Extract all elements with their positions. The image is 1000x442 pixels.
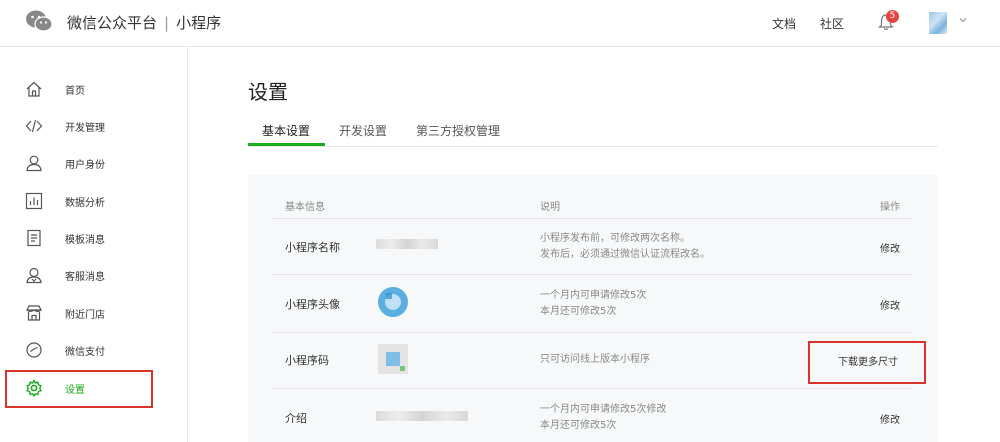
sidebar-item-label: 首页 bbox=[65, 86, 85, 97]
page-title: 设置 bbox=[248, 80, 288, 104]
intro-value bbox=[376, 411, 468, 421]
user-icon bbox=[26, 155, 42, 172]
sidebar-item-label: 附近门店 bbox=[65, 310, 105, 321]
row-divider bbox=[272, 218, 912, 219]
row-label: 介绍 bbox=[285, 412, 307, 425]
app-name-value bbox=[376, 239, 438, 249]
sidebar-item-label: 用户身份 bbox=[65, 160, 105, 171]
docs-link[interactable]: 文档 bbox=[772, 15, 796, 32]
row-divider bbox=[272, 332, 912, 333]
customer-service-icon bbox=[26, 267, 42, 284]
mini-program-code-image bbox=[378, 344, 408, 374]
platform-title: 微信公众平台 | 小程序 bbox=[67, 12, 221, 33]
description-line: 本月还可修改5次 bbox=[540, 306, 617, 317]
highlight-box-settings bbox=[5, 370, 153, 408]
edit-avatar-link[interactable]: 修改 bbox=[880, 297, 900, 312]
avatar[interactable] bbox=[929, 12, 947, 34]
row-divider bbox=[272, 274, 912, 275]
home-icon bbox=[26, 81, 42, 97]
sidebar-item-templates[interactable]: 模板消息 bbox=[0, 220, 187, 256]
wechat-logo-icon[interactable] bbox=[25, 9, 53, 33]
description-line: 本月还可修改5次 bbox=[540, 420, 617, 431]
active-tab-indicator bbox=[248, 143, 325, 146]
row-description: 一个月内可申请修改5次修改 本月还可修改5次 bbox=[540, 402, 666, 434]
payment-icon bbox=[26, 342, 42, 358]
store-icon bbox=[26, 305, 42, 321]
row-divider bbox=[272, 388, 912, 389]
row-label: 小程序头像 bbox=[285, 298, 340, 311]
tab-dev-settings[interactable]: 开发设置 bbox=[339, 122, 387, 139]
row-description: 小程序发布前，可修改两次名称。 发布后，必须通过微信认证流程改名。 bbox=[540, 231, 710, 263]
column-header-desc: 说明 bbox=[540, 202, 560, 213]
sidebar-item-label: 客服消息 bbox=[65, 272, 105, 283]
top-bar: 微信公众平台 | 小程序 文档 社区 5 bbox=[0, 0, 1000, 47]
document-icon bbox=[27, 229, 41, 247]
tab-basic-settings[interactable]: 基本设置 bbox=[262, 122, 310, 139]
app-avatar-image bbox=[378, 287, 408, 317]
sidebar-item-home[interactable]: 首页 bbox=[0, 71, 187, 107]
sidebar-item-label: 模板消息 bbox=[65, 235, 105, 246]
notification-badge: 5 bbox=[886, 10, 899, 23]
basic-info-table: 基本信息 说明 操作 小程序名称 小程序发布前，可修改两次名称。 发布后，必须通… bbox=[272, 188, 912, 442]
highlight-box-download bbox=[808, 341, 926, 384]
description-line: 一个月内可申请修改5次修改 bbox=[540, 404, 667, 415]
sidebar-item-customer-service[interactable]: 客服消息 bbox=[0, 257, 187, 293]
settings-tabs: 基本设置 开发设置 第三方授权管理 bbox=[248, 114, 938, 147]
description-line: 发布后，必须通过微信认证流程改名。 bbox=[540, 249, 710, 260]
chart-icon bbox=[25, 192, 43, 210]
column-header-info: 基本信息 bbox=[285, 202, 325, 213]
edit-name-link[interactable]: 修改 bbox=[880, 240, 900, 255]
edit-intro-link[interactable]: 修改 bbox=[880, 411, 900, 426]
brand-name: 微信公众平台 bbox=[67, 14, 158, 32]
column-header-action: 操作 bbox=[880, 202, 900, 213]
description-line: 小程序发布前，可修改两次名称。 bbox=[540, 233, 690, 244]
sidebar-item-analytics[interactable]: 数据分析 bbox=[0, 183, 187, 219]
sidebar-item-users[interactable]: 用户身份 bbox=[0, 145, 187, 181]
code-icon bbox=[25, 119, 43, 133]
sidebar-item-payment[interactable]: 微信支付 bbox=[0, 332, 187, 368]
row-label: 小程序名称 bbox=[285, 241, 340, 254]
row-description: 一个月内可申请修改5次 本月还可修改5次 bbox=[540, 288, 646, 320]
tab-third-party-auth[interactable]: 第三方授权管理 bbox=[416, 122, 500, 139]
sidebar-item-stores[interactable]: 附近门店 bbox=[0, 295, 187, 331]
sidebar-item-label: 数据分析 bbox=[65, 198, 105, 209]
product-name: 小程序 bbox=[176, 14, 222, 32]
description-line: 一个月内可申请修改5次 bbox=[540, 290, 647, 301]
brand-separator: | bbox=[164, 14, 170, 32]
description-line: 只可访问线上版本小程序 bbox=[540, 354, 650, 365]
row-label: 小程序码 bbox=[285, 354, 329, 367]
sidebar-item-dev[interactable]: 开发管理 bbox=[0, 108, 187, 144]
row-description: 只可访问线上版本小程序 bbox=[540, 352, 650, 368]
community-link[interactable]: 社区 bbox=[820, 15, 844, 32]
chevron-down-icon[interactable] bbox=[958, 15, 968, 25]
sidebar-item-label: 微信支付 bbox=[65, 347, 105, 358]
sidebar-item-label: 开发管理 bbox=[65, 123, 105, 134]
